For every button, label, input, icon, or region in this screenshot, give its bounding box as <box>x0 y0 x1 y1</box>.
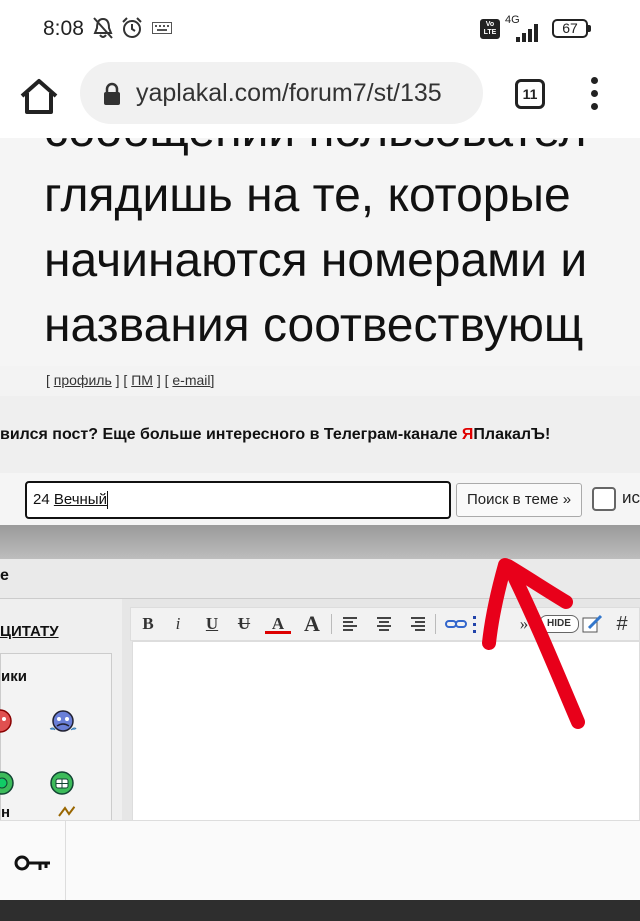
search-in-topic-button[interactable]: Поиск в теме » <box>456 483 582 517</box>
volte-icon: Vo LTE <box>480 19 500 39</box>
browser-toolbar: yaplakal.com/forum7/st/135 11 <box>0 56 640 138</box>
status-bar: 8:08 Vo LTE 4G 67 <box>0 0 640 56</box>
system-nav-bar <box>0 900 640 921</box>
telegram-promo[interactable]: вился пост? Еще больше интересного в Тел… <box>0 426 550 444</box>
screen: 8:08 Vo LTE 4G 67 yaplakal.com/forum7/st… <box>0 0 640 921</box>
password-key-button[interactable] <box>0 821 66 909</box>
profile-link[interactable]: профиль <box>54 372 112 388</box>
bottom-panel <box>0 820 640 909</box>
promo-suffix: ! <box>544 426 551 443</box>
crying-smile-icon[interactable] <box>47 710 79 734</box>
lock-icon <box>104 82 120 105</box>
text-cursor <box>106 491 108 510</box>
align-right-icon[interactable] <box>405 612 431 636</box>
hide-button[interactable]: HIDE <box>539 615 579 633</box>
font-color-button[interactable]: A <box>265 612 291 634</box>
promo-brand-rest: ПлакалЪ <box>473 426 545 443</box>
notifications-off-icon <box>93 17 113 39</box>
promo-brand-red: Я <box>461 426 474 443</box>
key-icon <box>14 855 50 871</box>
smiles-title: ики <box>1 668 27 685</box>
grin-smile-icon[interactable] <box>49 770 75 796</box>
promo-text: вился пост? Еще больше интересного в Тел… <box>0 426 462 443</box>
bold-button[interactable]: B <box>135 612 161 636</box>
search-value-prefix: 24 <box>33 491 54 508</box>
section-divider <box>0 525 640 559</box>
post-line: начинаются номерами и <box>44 234 588 287</box>
smile-icon[interactable] <box>0 708 13 734</box>
hash-button[interactable]: # <box>609 612 635 636</box>
web-page: сообщений пользовател глядишь на те, кот… <box>0 138 640 908</box>
green-smile-icon[interactable] <box>0 770 15 796</box>
dancing-smile-icon[interactable] <box>57 804 77 820</box>
strike-button[interactable]: U <box>231 612 257 636</box>
smile-label-fragment: н <box>1 804 11 821</box>
align-center-icon[interactable] <box>371 612 397 636</box>
list-icon[interactable] <box>469 612 495 636</box>
topic-search-input[interactable]: 24 Вечный <box>25 481 451 519</box>
tab-switcher-button[interactable]: 11 <box>515 79 545 109</box>
edit-icon[interactable] <box>579 612 605 636</box>
topic-search-row: 24 Вечный Поиск в теме » ис <box>0 473 640 525</box>
post-line: глядишь на те, которые <box>44 169 571 222</box>
toolbar-separator <box>435 614 436 634</box>
quote-button[interactable]: » <box>511 612 537 636</box>
underline-button[interactable]: U <box>199 612 225 636</box>
align-left-icon[interactable] <box>337 612 363 636</box>
quote-link[interactable]: ЦИТАТУ <box>0 623 59 640</box>
signal-icon <box>510 24 540 42</box>
post-line: сообщений пользовател <box>44 138 640 163</box>
user-links: [ профиль ] [ ПМ ] [ e-mail] <box>46 372 215 388</box>
address-bar[interactable]: yaplakal.com/forum7/st/135 <box>80 62 483 124</box>
italic-button[interactable]: i <box>165 612 191 636</box>
email-link[interactable]: e-mail <box>172 372 210 388</box>
toolbar-separator <box>331 614 332 634</box>
post-line: названия соотвествующ <box>44 299 584 352</box>
search-option-label: ис <box>622 488 640 507</box>
alarm-icon <box>122 17 142 38</box>
keyboard-icon <box>152 22 172 34</box>
search-option-checkbox[interactable] <box>592 487 616 511</box>
home-icon[interactable] <box>18 76 60 118</box>
battery-icon: 67 <box>552 19 591 38</box>
browser-menu-icon[interactable] <box>586 77 602 111</box>
status-right-group: Vo LTE 4G 67 <box>480 14 610 44</box>
url-text: yaplakal.com/forum7/st/135 <box>136 79 442 107</box>
link-icon[interactable] <box>443 612 469 636</box>
reply-header: е <box>0 559 640 599</box>
status-time: 8:08 <box>43 17 84 40</box>
post-text: сообщений пользовател глядишь на те, кот… <box>44 138 640 358</box>
editor-toolbar: B i U U A A » HIDE # <box>130 607 640 641</box>
pm-link[interactable]: ПМ <box>131 372 153 388</box>
search-value-word: Вечный <box>53 491 107 508</box>
font-size-button[interactable]: A <box>299 612 325 636</box>
reply-title: е <box>0 567 9 584</box>
